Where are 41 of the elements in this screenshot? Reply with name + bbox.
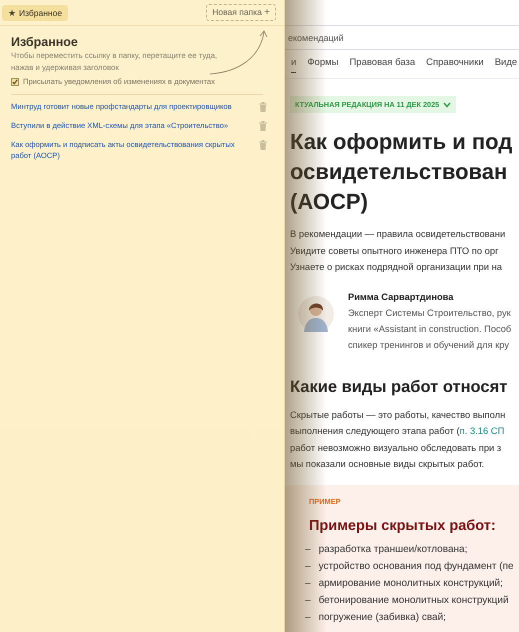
example-title: Примеры скрытых работ: [309, 518, 496, 534]
nav-tab[interactable]: Правовая база [349, 57, 416, 73]
list-marker: – [305, 560, 311, 574]
new-folder-button[interactable]: Новая папка + [206, 4, 276, 21]
intro-text: Узнаете о рисках подрядной организации при на [290, 260, 502, 274]
list-item: бетонирование монолитных конструкций [318, 594, 509, 608]
list-item: устройство основания под фундамент (пе [318, 560, 514, 574]
panel-title: Избранное [11, 35, 79, 49]
author-name: Римма Сарвартдинова [348, 292, 454, 302]
author-bio: Эксперт Системы Строительство, рук [348, 306, 511, 320]
list-item: армирование монолитных конструкций; [318, 576, 503, 590]
favorites-tab[interactable]: ★ Избранное [2, 4, 68, 20]
notify-checkbox[interactable] [11, 78, 19, 86]
chevron-icon [443, 102, 452, 108]
section-text: выполнения следующего этапа работ (п. 3.16 СП [290, 424, 504, 438]
list-marker: – [305, 576, 311, 590]
list-marker: – [305, 610, 311, 624]
section-text: работ невозможно визуально обследовать при з [290, 440, 502, 455]
article-title: освидетельствован [290, 158, 508, 186]
list-marker: – [305, 542, 311, 556]
list-item: погружение (забивка) свай; [318, 610, 446, 624]
section-text: мы показали основные виды скрытых работ. [290, 457, 484, 471]
list-item: разработка траншеи/котлована; [318, 542, 468, 556]
article-title: Как оформить и под [290, 128, 512, 156]
nav-tab[interactable]: Формы [307, 57, 338, 73]
intro-text: Увидите советы опытного инженера ПТО по орг [290, 244, 499, 258]
section-title: Какие виды работ относят [290, 378, 508, 396]
section-text: Скрытые работы — это работы, качество выполн [290, 408, 506, 422]
trash-icon[interactable] [259, 121, 267, 131]
nav-tab[interactable]: и [291, 57, 296, 73]
nav-tab[interactable]: Справочники [426, 57, 484, 73]
trash-icon[interactable] [259, 140, 267, 150]
trash-icon[interactable] [259, 102, 267, 112]
list-marker: – [305, 594, 311, 608]
search-field[interactable]: екомендаций [285, 26, 519, 50]
nav-tab[interactable]: Виде [494, 57, 518, 73]
author-bio: спикер тренингов и обучений для кру [348, 338, 509, 352]
intro-text: В рекомендации — правила освидетельствовани [290, 227, 506, 241]
author-bio: книги «Assistant in construction. Пособ [348, 322, 512, 336]
document-link[interactable]: п. 3.16 СП [460, 425, 504, 436]
article-title: (АОСР) [290, 188, 368, 216]
